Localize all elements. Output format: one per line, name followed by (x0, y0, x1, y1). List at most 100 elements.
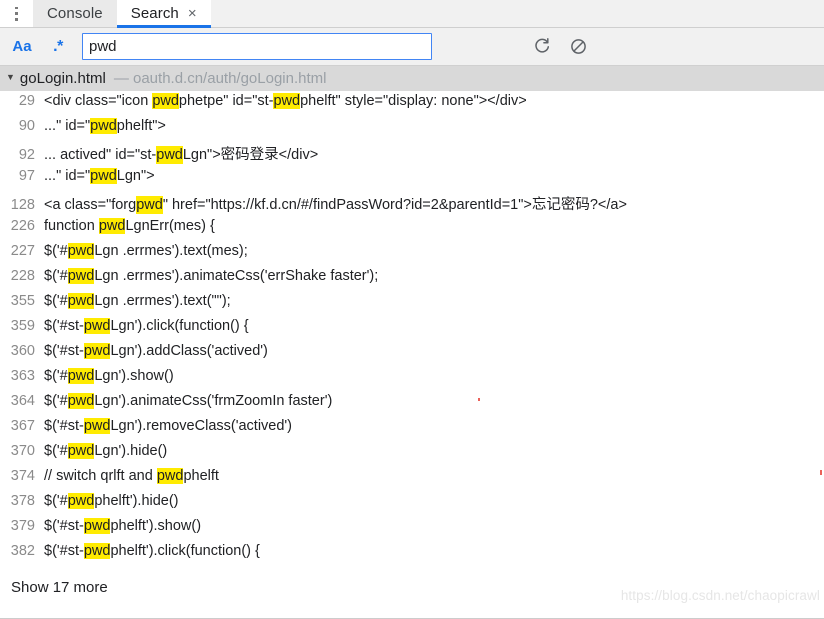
result-line-content: $('#st-pwdLgn').addClass('actived') (44, 343, 268, 359)
code-text: Lgn .errmes').text(""); (94, 293, 231, 309)
result-row[interactable]: 374 // switch qrlft and pwdphelft (0, 468, 824, 493)
result-row[interactable]: 128 <a class="forgpwd" href="https://kf.d… (0, 193, 824, 218)
code-text: Lgn').addClass('actived') (110, 343, 268, 359)
kebab-dots (15, 5, 18, 22)
match-highlight: pwd (98, 218, 126, 234)
result-row[interactable]: 360 $('#st-pwdLgn').addClass('actived') (0, 343, 824, 368)
code-text: phetpe" id="st- (178, 93, 274, 109)
match-highlight: pwd (67, 268, 95, 284)
result-line-content: <div class="icon pwdphetpe" id="st-pwdph… (44, 93, 527, 109)
result-row[interactable]: 364 $('#pwdLgn').animateCss('frmZoomIn fa… (0, 393, 824, 418)
render-artifact (478, 398, 480, 401)
code-text: function (44, 218, 99, 234)
result-row[interactable]: 97 ..." id="pwdLgn"> (0, 168, 824, 193)
match-highlight: pwd (67, 443, 95, 459)
result-line-number: 367 (10, 418, 35, 434)
result-line-number: 226 (10, 218, 35, 234)
result-row[interactable]: 363 $('#pwdLgn').show() (0, 368, 824, 393)
match-case-toggle[interactable]: Aa (6, 28, 38, 65)
search-input[interactable] (82, 33, 432, 60)
match-highlight: pwd (83, 543, 111, 559)
result-line-content: $('#pwdLgn .errmes').text(mes); (44, 243, 248, 259)
result-line-number: 360 (10, 343, 35, 359)
refresh-icon[interactable] (524, 28, 560, 65)
tab-strip-filler (210, 0, 824, 27)
match-highlight: pwd (83, 418, 111, 434)
result-row[interactable]: 382 $('#st-pwdphelft').click(function() { (0, 543, 824, 568)
result-line-content: $('#pwdLgn').show() (44, 368, 174, 384)
tab-console[interactable]: Console (33, 0, 117, 27)
result-line-content: ..." id="pwdphelft"> (44, 118, 166, 134)
result-line-number: 29 (18, 93, 35, 109)
code-text: ... actived" id="st- (44, 147, 157, 163)
close-icon[interactable]: × (188, 6, 197, 21)
result-row[interactable]: 226 function pwdLgnErr(mes) { (0, 218, 824, 243)
result-line-content: // switch qrlft and pwdphelft (44, 468, 219, 484)
result-line-number: 359 (10, 318, 35, 334)
code-text: Lgn"> (116, 168, 155, 184)
search-input-wrapper (82, 33, 432, 60)
code-text: <a class="forg (44, 197, 137, 213)
result-row[interactable]: 227 $('#pwdLgn .errmes').text(mes); (0, 243, 824, 268)
code-text: $('# (44, 393, 68, 409)
result-line-number: 363 (10, 368, 35, 384)
chevron-down-icon[interactable]: ▼ (6, 73, 15, 82)
code-text: $('# (44, 368, 68, 384)
result-list: 29 <div class="icon pwdphetpe" id="st-pwd… (0, 91, 824, 568)
code-text: $('# (44, 268, 68, 284)
match-highlight: pwd (273, 93, 301, 109)
watermark: https://blog.csdn.net/chaopicrawl (620, 588, 820, 603)
result-row[interactable]: 92 ... actived" id="st-pwdLgn">密码登录</div> (0, 143, 824, 168)
match-highlight: pwd (156, 468, 184, 484)
code-text: Lgn">密码登录</div> (182, 147, 319, 163)
match-highlight: pwd (83, 343, 111, 359)
code-text: Lgn').animateCss('frmZoomIn faster') (94, 393, 333, 409)
result-line-number: 97 (18, 168, 35, 184)
tab-search-label: Search (130, 5, 179, 22)
code-text: ..." id=" (44, 118, 91, 134)
result-row[interactable]: 228 $('#pwdLgn .errmes').animateCss('errS… (0, 268, 824, 293)
result-line-content: ... actived" id="st-pwdLgn">密码登录</div> (44, 143, 318, 164)
match-highlight: pwd (83, 518, 111, 534)
tab-console-label: Console (47, 5, 103, 22)
result-line-content: function pwdLgnErr(mes) { (44, 218, 215, 234)
code-text: Lgn').removeClass('actived') (110, 418, 293, 434)
result-row[interactable]: 359 $('#st-pwdLgn').click(function() { (0, 318, 824, 343)
result-row[interactable]: 29 <div class="icon pwdphetpe" id="st-pwd… (0, 93, 824, 118)
code-text: LgnErr(mes) { (125, 218, 215, 234)
clear-block-icon[interactable] (560, 28, 596, 65)
result-line-number: 227 (10, 243, 35, 259)
match-highlight: pwd (67, 293, 95, 309)
file-result-header[interactable]: ▼ goLogin.html — oauth.d.cn/auth/goLogin… (0, 66, 824, 91)
search-toolbar: Aa .* (0, 28, 824, 66)
code-text: phelft').show() (110, 518, 202, 534)
code-text: Lgn').click(function() { (110, 318, 249, 334)
match-highlight: pwd (67, 393, 95, 409)
match-highlight: pwd (90, 168, 117, 184)
file-url-text: oauth.d.cn/auth/goLogin.html (133, 70, 327, 87)
result-row[interactable]: 90 ..." id="pwdphelft"> (0, 118, 824, 143)
file-url-separator: — (113, 70, 129, 87)
result-line-content: $('#st-pwdphelft').show() (44, 518, 201, 534)
tab-search[interactable]: Search × (116, 0, 211, 28)
result-row[interactable]: 378 $('#pwdphelft').hide() (0, 493, 824, 518)
regex-toggle[interactable]: .* (42, 28, 74, 65)
match-highlight: pwd (90, 118, 117, 134)
result-line-number: 355 (10, 293, 35, 309)
kebab-menu-icon[interactable] (0, 0, 33, 27)
match-highlight: pwd (156, 146, 183, 164)
code-text: $('# (44, 243, 68, 259)
result-row[interactable]: 367 $('#st-pwdLgn').removeClass('actived'… (0, 418, 824, 443)
code-text: $('#st- (44, 418, 84, 434)
code-text: phelft').click(function() { (110, 543, 260, 559)
code-text: $('#st- (44, 343, 84, 359)
result-line-content: $('#pwdLgn .errmes').text(""); (44, 293, 231, 309)
result-row[interactable]: 370 $('#pwdLgn').hide() (0, 443, 824, 468)
result-row[interactable]: 379 $('#st-pwdphelft').show() (0, 518, 824, 543)
result-row[interactable]: 355 $('#pwdLgn .errmes').text(""); (0, 293, 824, 318)
code-text: Lgn .errmes').text(mes); (94, 243, 248, 259)
match-highlight: pwd (67, 493, 95, 509)
result-line-number: 374 (10, 468, 35, 484)
result-line-content: <a class="forgpwd" href="https://kf.d.cn… (44, 193, 627, 214)
result-line-content: $('#st-pwdphelft').click(function() { (44, 543, 260, 559)
